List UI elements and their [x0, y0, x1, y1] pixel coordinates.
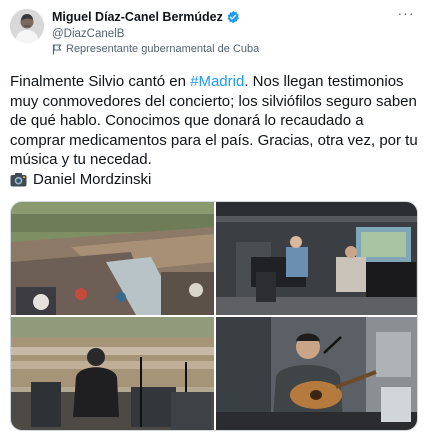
tweet-header: Miguel Díaz-Canel Bermúdez @DiazCanelB R… — [52, 9, 372, 55]
photo-credit: Daniel Mordzinski — [33, 170, 152, 188]
avatar[interactable] — [10, 9, 44, 43]
tweet-text: Finalmente Silvio cantó en #Madrid. Nos … — [10, 72, 418, 189]
camera-icon — [10, 172, 27, 187]
guitarist-closeup-photo[interactable] — [216, 317, 417, 430]
hashtag-link[interactable]: #Madrid — [190, 73, 244, 90]
guitarist-back-photo[interactable] — [11, 317, 214, 430]
more-options-icon[interactable]: ··· — [397, 6, 415, 24]
photo-credit-line: Daniel Mordzinski — [10, 170, 418, 190]
author-handle[interactable]: @DiazCanelB — [52, 28, 372, 40]
affiliation-text: Representante gubernamental de Cuba — [66, 43, 260, 55]
concert-crowd-photo[interactable] — [11, 202, 214, 315]
author-name[interactable]: Miguel Díaz-Canel Bermúdez — [52, 10, 223, 24]
name-row: Miguel Díaz-Canel Bermúdez — [52, 9, 372, 25]
tweet-text-part: Finalmente Silvio cantó en — [10, 73, 191, 90]
verified-badge-icon — [226, 10, 240, 24]
stage-piano-photo[interactable] — [216, 202, 417, 315]
media-grid — [10, 201, 418, 431]
affiliation-label[interactable]: Representante gubernamental de Cuba — [52, 43, 372, 55]
government-flag-icon — [52, 43, 62, 55]
